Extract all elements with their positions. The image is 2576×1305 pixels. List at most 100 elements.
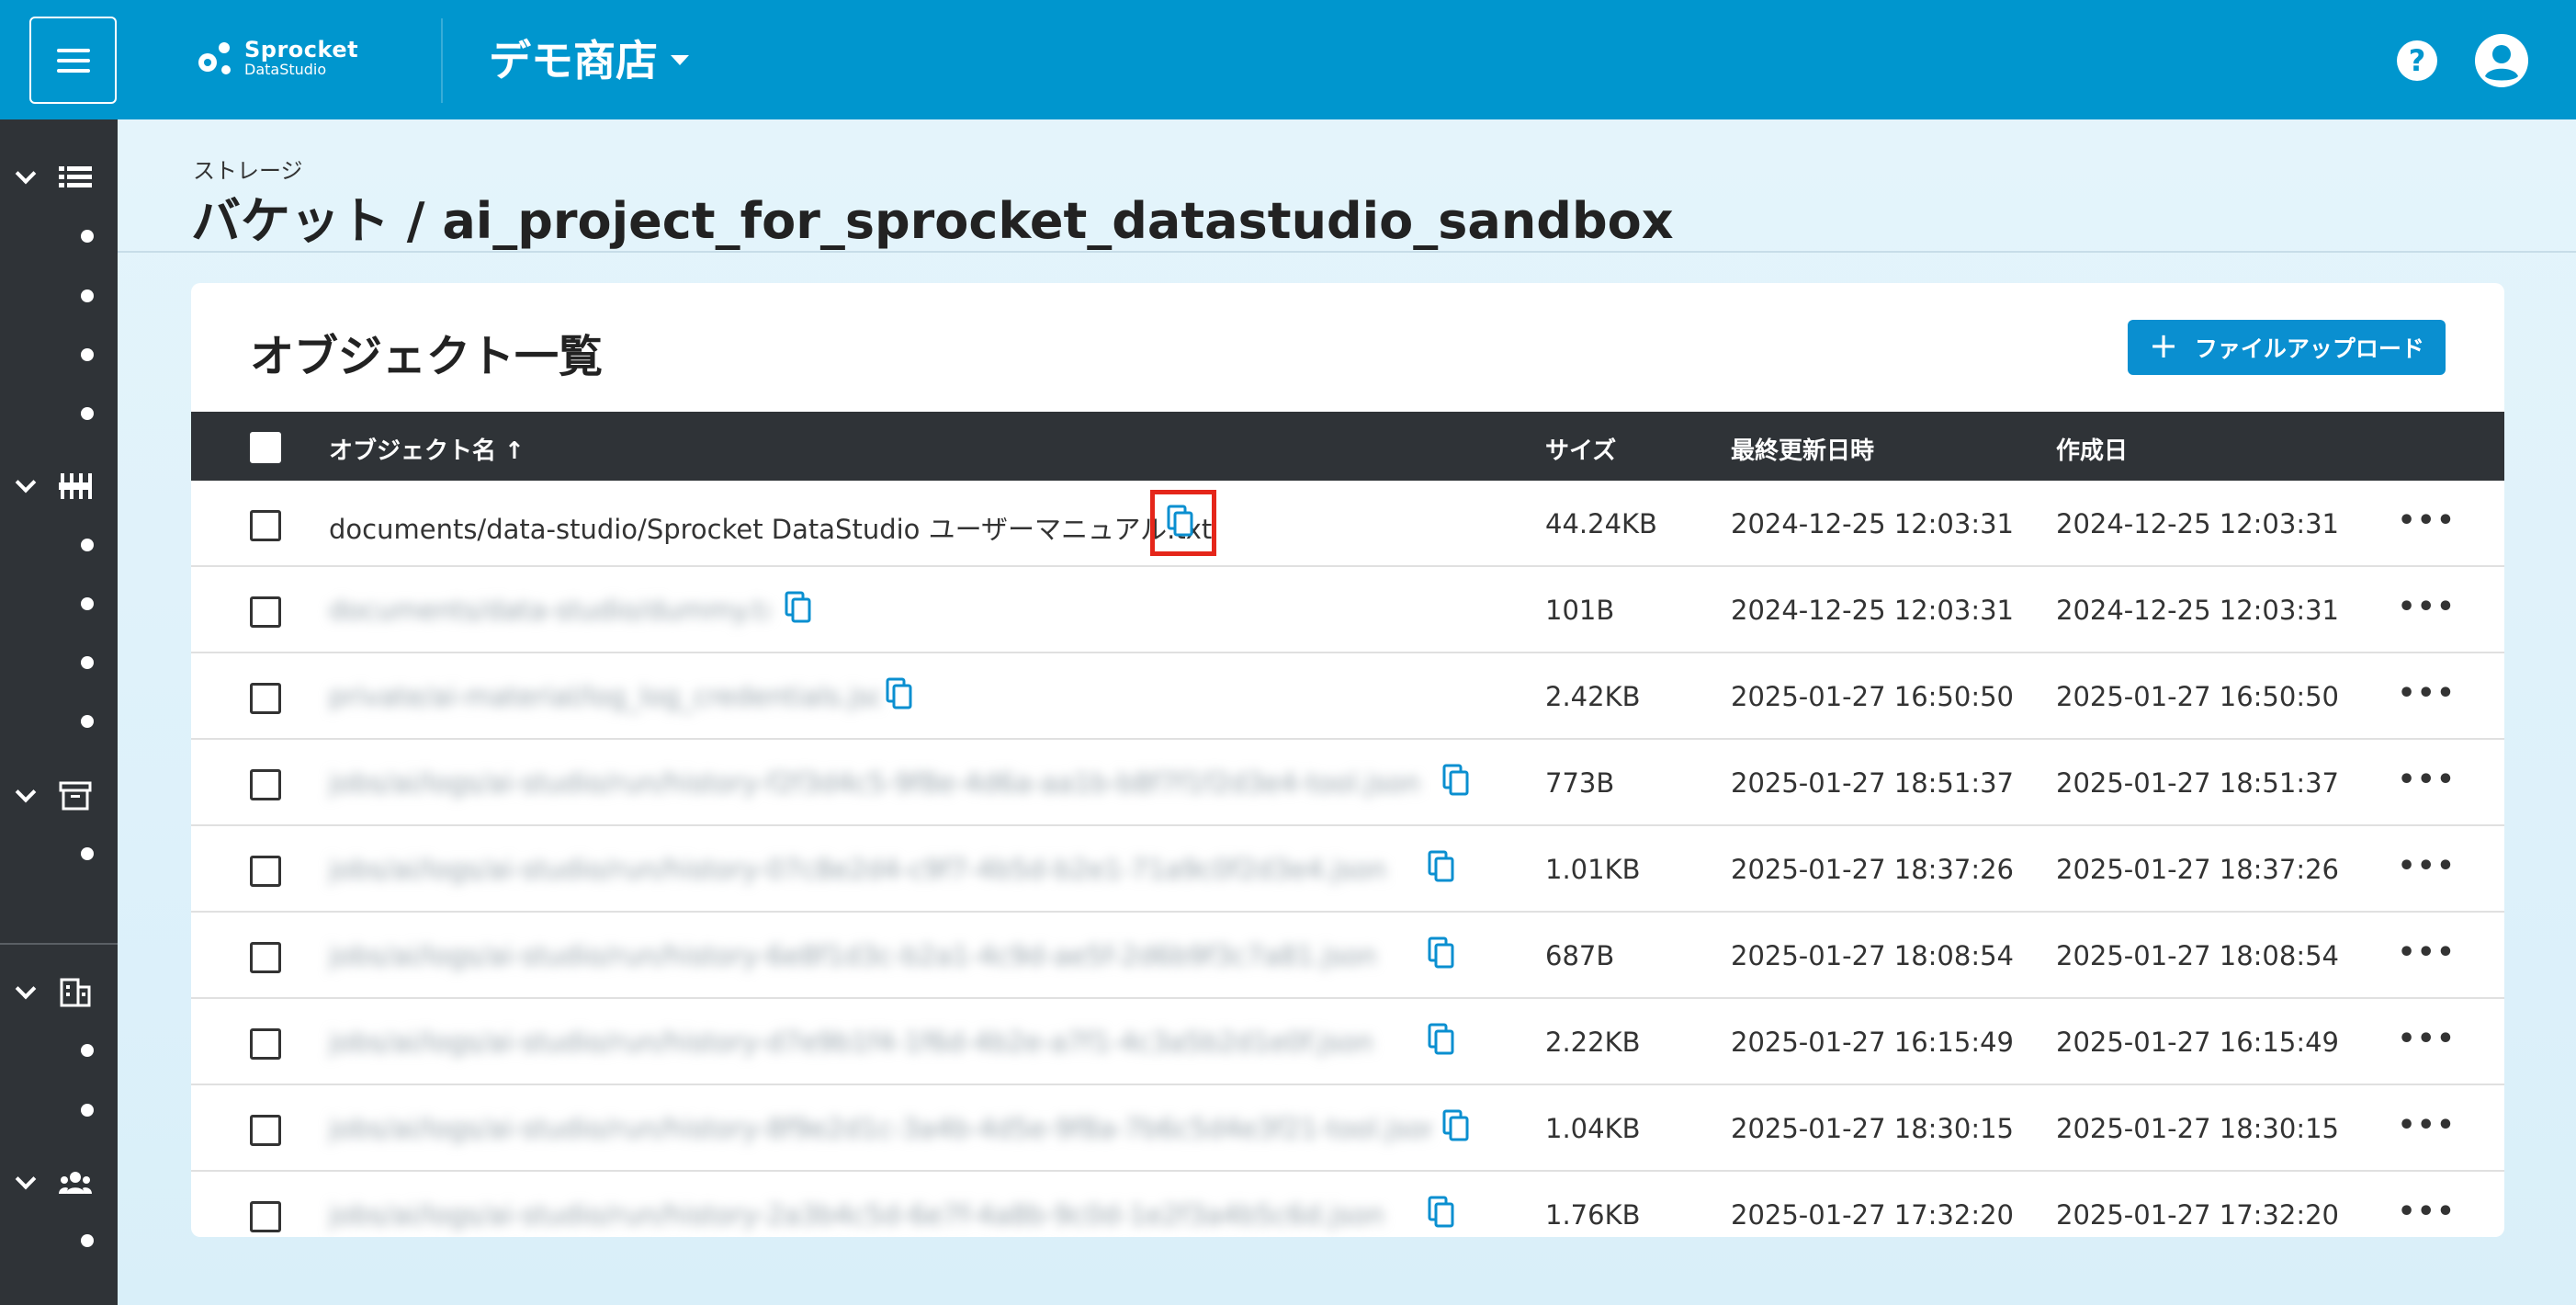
row-checkbox[interactable] xyxy=(250,1115,281,1146)
object-name[interactable]: jobs/ai/logs/ai-studio/run/history-8f9e2… xyxy=(329,1113,1431,1144)
object-name[interactable]: documents/data-studio/dummy.txt xyxy=(329,595,770,626)
store-selector[interactable]: デモ商店 xyxy=(489,28,689,88)
sidebar-subitem[interactable] xyxy=(81,1234,94,1247)
object-size: 101B xyxy=(1545,595,1615,626)
sidebar-subitem[interactable] xyxy=(81,407,94,420)
more-options-icon[interactable]: ••• xyxy=(2398,505,2457,537)
object-size: 687B xyxy=(1545,940,1615,971)
object-name[interactable]: documents/data-studio/Sprocket DataStudi… xyxy=(329,508,1212,547)
account-icon[interactable] xyxy=(2474,33,2529,88)
table-row[interactable]: jobs/ai/logs/ai-studio/run/history-2a3b4… xyxy=(191,1172,2504,1237)
object-list-card: オブジェクト一覧 + ファイルアップロード オブジェクト名 ↑ サイズ 最終更新… xyxy=(191,283,2504,1237)
building-icon xyxy=(60,978,91,1007)
more-options-icon[interactable]: ••• xyxy=(2398,936,2457,969)
copy-icon[interactable] xyxy=(1428,1023,1455,1056)
sidebar-group-storage[interactable] xyxy=(0,154,118,200)
column-header-size[interactable]: サイズ xyxy=(1545,432,1616,466)
sidebar-subitem[interactable] xyxy=(81,656,94,669)
archive-icon xyxy=(59,781,92,811)
chevron-down-icon[interactable] xyxy=(15,978,37,1000)
object-size: 1.76KB xyxy=(1545,1199,1641,1231)
select-all-checkbox[interactable] xyxy=(250,432,281,463)
object-name[interactable]: jobs/ai/logs/ai-studio/run/history-6e8f1… xyxy=(329,940,1431,971)
copy-icon[interactable] xyxy=(785,591,812,624)
row-checkbox[interactable] xyxy=(250,596,281,628)
object-name[interactable]: jobs/ai/logs/ai-studio/run/history-f2f3d… xyxy=(329,767,1431,799)
store-name: デモ商店 xyxy=(489,36,658,85)
sidebar-subitem[interactable] xyxy=(81,539,94,551)
upload-label: ファイルアップロード xyxy=(2194,335,2424,362)
chevron-down-icon[interactable] xyxy=(15,471,37,494)
sprocket-logo[interactable]: Sprocket DataStudio xyxy=(193,35,358,81)
object-updated: 2024-12-25 12:03:31 xyxy=(1731,595,2014,626)
more-options-icon[interactable]: ••• xyxy=(2398,1109,2457,1141)
sidebar-subitem[interactable] xyxy=(81,597,94,610)
sidebar-group-users[interactable] xyxy=(0,1160,118,1206)
copy-icon[interactable] xyxy=(1428,936,1455,970)
table-row[interactable]: documents/data-studio/dummy.txt 101B 2024-… xyxy=(191,567,2504,653)
object-name[interactable]: jobs/ai/logs/ai-studio/run/history-d7e9b… xyxy=(329,1027,1431,1058)
more-options-icon[interactable]: ••• xyxy=(2398,764,2457,796)
row-checkbox[interactable] xyxy=(250,769,281,800)
object-created: 2025-01-27 17:32:20 xyxy=(2056,1199,2339,1231)
object-updated: 2025-01-27 17:32:20 xyxy=(1731,1199,2014,1231)
row-checkbox[interactable] xyxy=(250,1028,281,1060)
more-options-icon[interactable]: ••• xyxy=(2398,1196,2457,1228)
column-header-created[interactable]: 作成日 xyxy=(2056,432,2128,466)
object-created: 2025-01-27 16:50:50 xyxy=(2056,681,2339,712)
more-options-icon[interactable]: ••• xyxy=(2398,591,2457,623)
object-created: 2024-12-25 12:03:31 xyxy=(2056,508,2339,539)
copy-icon[interactable] xyxy=(886,677,913,710)
table-row[interactable]: private/ai-material/log_log_credentials.… xyxy=(191,653,2504,740)
row-checkbox[interactable] xyxy=(250,942,281,973)
chevron-down-icon[interactable] xyxy=(15,163,37,185)
copy-icon[interactable] xyxy=(1428,850,1455,883)
annotation-highlight-box xyxy=(1150,490,1216,556)
sidebar-group-organization[interactable] xyxy=(0,970,118,1016)
column-header-updated[interactable]: 最終更新日時 xyxy=(1731,432,1874,466)
sidebar-group-archive[interactable] xyxy=(0,773,118,819)
object-name[interactable]: jobs/ai/logs/ai-studio/run/history-2a3b4… xyxy=(329,1199,1431,1231)
object-name[interactable]: jobs/ai/logs/ai-studio/run/history-07c8e… xyxy=(329,854,1431,885)
table-row[interactable]: jobs/ai/logs/ai-studio/run/history-f2f3d… xyxy=(191,740,2504,826)
chevron-down-icon[interactable] xyxy=(15,1168,37,1190)
table-row[interactable]: jobs/ai/logs/ai-studio/run/history-6e8f1… xyxy=(191,913,2504,999)
sidebar-subitem[interactable] xyxy=(81,847,94,860)
row-checkbox[interactable] xyxy=(250,683,281,714)
table-row[interactable]: jobs/ai/logs/ai-studio/run/history-d7e9b… xyxy=(191,999,2504,1085)
sidebar-group-pipelines[interactable] xyxy=(0,463,118,509)
logo-line2: DataStudio xyxy=(244,61,327,79)
object-size: 2.42KB xyxy=(1545,681,1641,712)
more-options-icon[interactable]: ••• xyxy=(2398,1023,2457,1055)
sidebar-subitem[interactable] xyxy=(81,289,94,302)
pipeline-icon xyxy=(59,473,92,499)
column-header-name[interactable]: オブジェクト名 ↑ xyxy=(329,432,525,466)
sidebar-subitem[interactable] xyxy=(81,230,94,243)
object-name[interactable]: private/ai-material/log_log_credentials.… xyxy=(329,681,880,712)
table-row[interactable]: documents/data-studio/Sprocket DataStudi… xyxy=(191,481,2504,567)
more-options-icon[interactable]: ••• xyxy=(2398,850,2457,882)
table-row[interactable]: jobs/ai/logs/ai-studio/run/history-07c8e… xyxy=(191,826,2504,913)
copy-icon[interactable] xyxy=(1442,1109,1470,1142)
object-updated: 2025-01-27 18:08:54 xyxy=(1731,940,2014,971)
file-upload-button[interactable]: + ファイルアップロード xyxy=(2128,320,2446,375)
object-size: 2.22KB xyxy=(1545,1027,1641,1058)
sidebar-subitem[interactable] xyxy=(81,1104,94,1117)
top-header: Sprocket DataStudio デモ商店 ? xyxy=(0,0,2576,119)
object-updated: 2025-01-27 18:51:37 xyxy=(1731,767,2014,799)
more-options-icon[interactable]: ••• xyxy=(2398,677,2457,709)
sidebar-subitem[interactable] xyxy=(81,1044,94,1057)
sidebar-subitem[interactable] xyxy=(81,715,94,728)
row-checkbox[interactable] xyxy=(250,510,281,541)
help-icon[interactable]: ? xyxy=(2397,40,2437,81)
copy-icon[interactable] xyxy=(1442,764,1470,797)
row-checkbox[interactable] xyxy=(250,1201,281,1232)
storage-list-icon xyxy=(59,166,92,187)
copy-icon[interactable] xyxy=(1428,1196,1455,1229)
object-created: 2025-01-27 18:30:15 xyxy=(2056,1113,2339,1144)
sidebar-subitem[interactable] xyxy=(81,348,94,361)
chevron-down-icon[interactable] xyxy=(15,781,37,803)
hamburger-menu-button[interactable] xyxy=(29,17,117,104)
table-row[interactable]: jobs/ai/logs/ai-studio/run/history-8f9e2… xyxy=(191,1085,2504,1172)
row-checkbox[interactable] xyxy=(250,856,281,887)
